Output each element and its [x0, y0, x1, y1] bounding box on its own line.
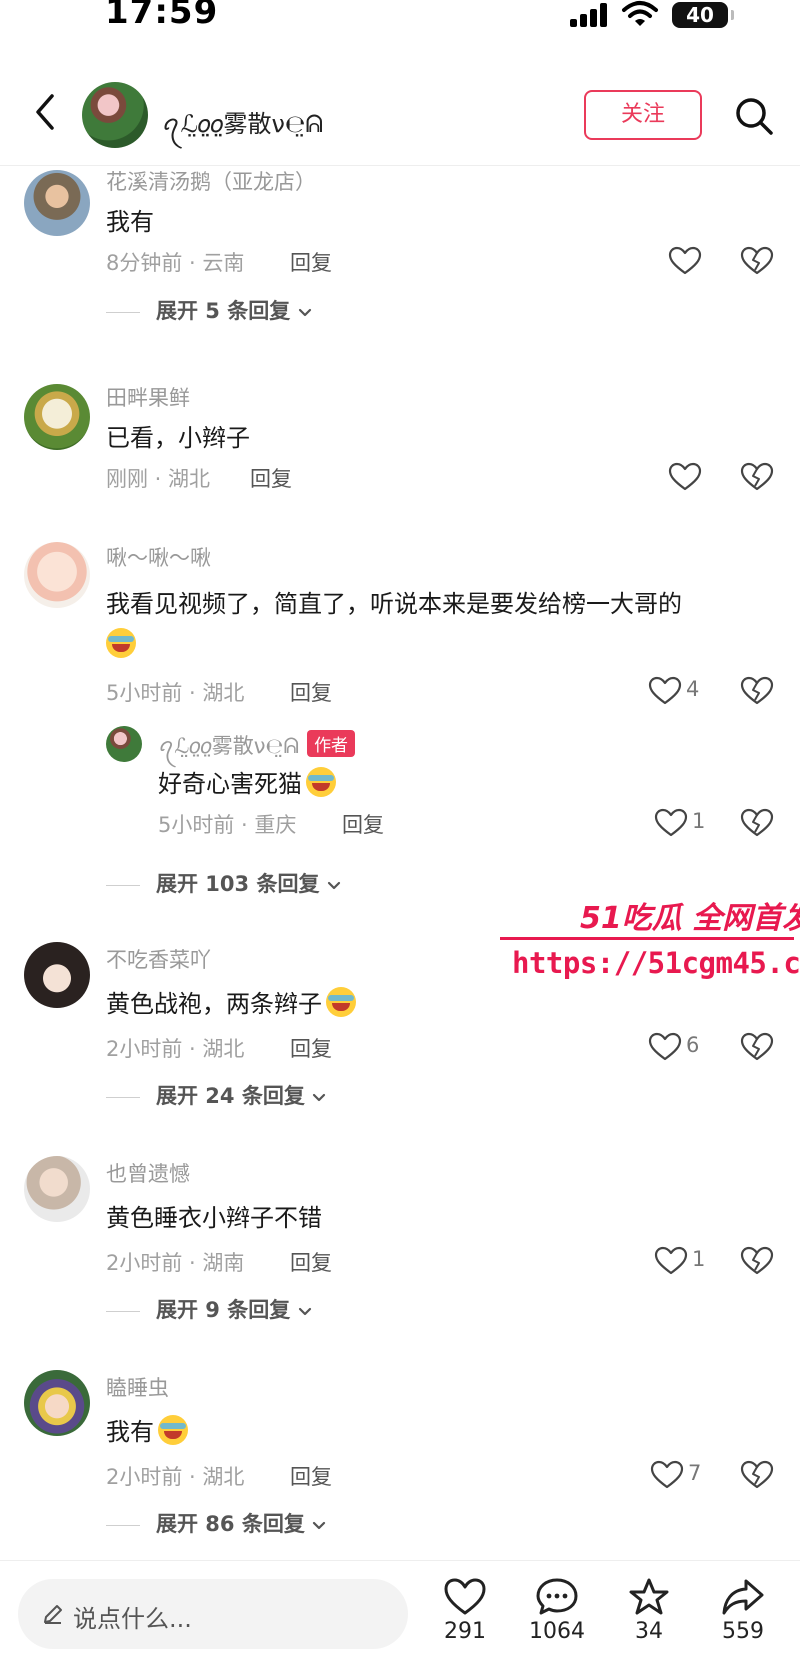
- heart-icon[interactable]: [668, 462, 702, 492]
- author-name[interactable]: ꪖℒ̤𝑜̤𝑜̤雾散ν℮̤ᕱ: [162, 100, 323, 151]
- watermark-url: https://51cgm45.com: [512, 946, 800, 980]
- expand-replies-button[interactable]: 展开 103 条回复: [106, 868, 341, 898]
- wifi-icon: [622, 1, 658, 26]
- expand-replies-button[interactable]: 展开 24 条回复: [106, 1080, 326, 1110]
- broken-heart-icon[interactable]: [740, 1032, 774, 1062]
- expand-replies-button[interactable]: 展开 86 条回复: [106, 1508, 326, 1538]
- comment-text[interactable]: 我有: [106, 202, 154, 237]
- avatar[interactable]: [24, 942, 90, 1008]
- comment-username[interactable]: 不吃香菜吖: [106, 944, 211, 974]
- broken-heart-icon[interactable]: [740, 808, 774, 838]
- comment-meta: 刚刚 · 湖北: [106, 467, 211, 491]
- heart-icon[interactable]: [654, 808, 688, 838]
- expand-replies-button[interactable]: 展开 9 条回复: [106, 1294, 312, 1324]
- battery-icon: 40: [672, 2, 734, 28]
- heart-icon[interactable]: [654, 1246, 688, 1276]
- avatar[interactable]: [24, 1156, 90, 1222]
- comment-username[interactable]: 田畔果鲜: [106, 382, 190, 412]
- crying-laughing-emoji: [306, 767, 336, 797]
- broken-heart-icon[interactable]: [740, 1460, 774, 1490]
- like-count: 1: [692, 1247, 706, 1271]
- comment-meta: 8分钟前 · 云南: [106, 251, 245, 275]
- reply-button[interactable]: 回复: [290, 247, 332, 277]
- chevron-down-icon: [298, 308, 312, 318]
- signal-icon: [570, 3, 610, 27]
- comment-meta: 2小时前 · 湖北: [106, 1465, 245, 1489]
- comment-meta: 2小时前 · 湖南: [106, 1251, 245, 1275]
- follow-button[interactable]: 关注: [584, 90, 702, 140]
- broken-heart-icon[interactable]: [740, 1246, 774, 1276]
- reply-button[interactable]: 回复: [250, 463, 292, 493]
- heart-icon[interactable]: [650, 1460, 684, 1490]
- share-button[interactable]: 559: [708, 1577, 778, 1644]
- comment-text[interactable]: 我有: [106, 1412, 188, 1447]
- chevron-down-icon: [327, 881, 341, 891]
- broken-heart-icon[interactable]: [740, 676, 774, 706]
- chevron-down-icon: [298, 1307, 312, 1317]
- expand-replies-button[interactable]: 展开 5 条回复: [106, 295, 312, 325]
- comment-input[interactable]: 说点什么...: [18, 1579, 408, 1649]
- avatar[interactable]: [24, 1370, 90, 1436]
- comment-username[interactable]: 瞌睡虫: [106, 1372, 169, 1402]
- comment-emoji: [106, 628, 136, 658]
- reply-button[interactable]: 回复: [290, 1247, 332, 1277]
- star-icon: [629, 1578, 669, 1615]
- heart-icon[interactable]: [648, 1032, 682, 1062]
- comment-text[interactable]: 黄色战袍，两条辫子: [106, 984, 356, 1019]
- avatar[interactable]: [106, 726, 142, 762]
- avatar[interactable]: [24, 384, 90, 450]
- broken-heart-icon[interactable]: [740, 462, 774, 492]
- comment-input-placeholder: 说点什么...: [73, 1605, 192, 1633]
- search-icon[interactable]: [734, 96, 774, 136]
- watermark-divider: [500, 937, 794, 940]
- pen-icon: [44, 1605, 62, 1624]
- favorite-button[interactable]: 34: [614, 1577, 684, 1644]
- share-count: 559: [722, 1619, 764, 1644]
- like-count: 4: [686, 677, 700, 701]
- reply-button[interactable]: 回复: [290, 1461, 332, 1491]
- chevron-down-icon: [312, 1093, 326, 1103]
- comment-meta: 2小时前 · 湖北: [106, 1037, 245, 1061]
- back-icon[interactable]: [30, 90, 62, 134]
- reply-button[interactable]: 回复: [290, 677, 332, 707]
- comment-count: 1064: [529, 1619, 585, 1644]
- author-badge: 作者: [307, 730, 356, 757]
- favorite-count: 34: [635, 1619, 663, 1644]
- comment-text[interactable]: 我看见视频了，简直了，听说本来是要发给榜一大哥的: [106, 584, 682, 619]
- comment-text[interactable]: 黄色睡衣小辫子不错: [106, 1198, 322, 1233]
- crying-laughing-emoji: [106, 628, 136, 658]
- watermark-title: 51吃瓜 全网首发: [580, 901, 800, 936]
- crying-emoji: [158, 1415, 188, 1445]
- reply-button[interactable]: 回复: [342, 809, 384, 839]
- like-count: 291: [444, 1619, 486, 1644]
- author-avatar[interactable]: [82, 82, 148, 148]
- reply-button[interactable]: 回复: [290, 1033, 332, 1063]
- bottom-action-bar: 说点什么... 291 1064 34 559: [0, 1560, 800, 1668]
- share-icon: [722, 1579, 764, 1615]
- avatar[interactable]: [24, 542, 90, 608]
- like-count: 1: [692, 809, 706, 833]
- heart-icon[interactable]: [648, 676, 682, 706]
- like-count: 7: [688, 1461, 702, 1485]
- comment-meta: 5小时前 · 湖北: [106, 681, 245, 705]
- comment-username[interactable]: 啾～啾～啾: [106, 542, 211, 572]
- heart-icon[interactable]: [668, 246, 702, 276]
- reply-text[interactable]: 好奇心害死猫: [158, 764, 336, 799]
- reply-meta: 5小时前 · 重庆: [158, 813, 297, 837]
- heart-icon: [444, 1578, 486, 1615]
- comment-username[interactable]: 花溪清汤鹅（亚龙店）: [106, 166, 316, 196]
- header: ꪖℒ̤𝑜̤𝑜̤雾散ν℮̤ᕱ 关注: [0, 70, 800, 166]
- comment-username[interactable]: 也曾遗憾: [106, 1158, 190, 1188]
- clock: 17:59: [105, 0, 219, 32]
- comment-text[interactable]: 已看，小辫子: [106, 418, 250, 453]
- grinning-sweat-emoji: [326, 987, 356, 1017]
- comment-button[interactable]: 1064: [522, 1577, 592, 1644]
- chevron-down-icon: [312, 1521, 326, 1531]
- like-button[interactable]: 291: [430, 1577, 500, 1644]
- status-bar: 17:59 40: [0, 0, 800, 40]
- like-count: 6: [686, 1033, 700, 1057]
- avatar[interactable]: [24, 170, 90, 236]
- comment-icon: [536, 1578, 578, 1615]
- broken-heart-icon[interactable]: [740, 246, 774, 276]
